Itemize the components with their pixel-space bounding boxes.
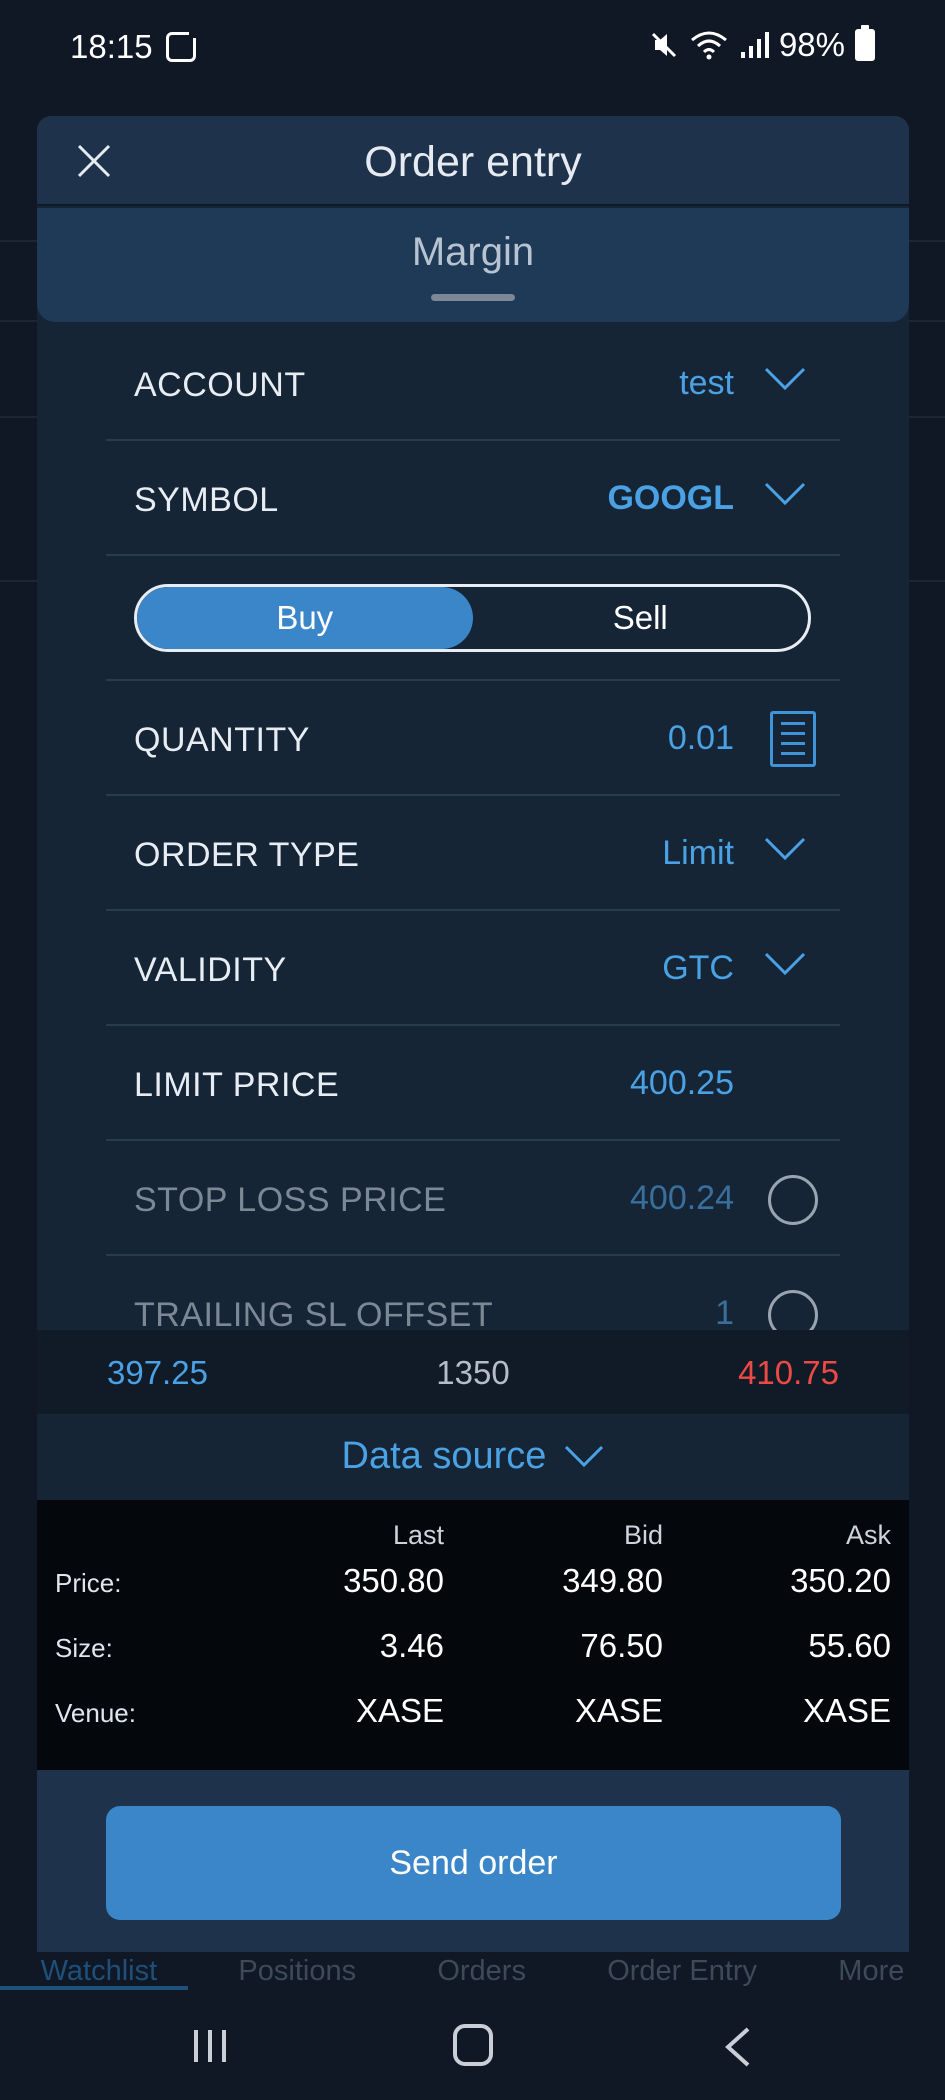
modal-header: Order entry — [37, 116, 909, 206]
data-source-label: Data source — [341, 1434, 547, 1477]
buy-option[interactable]: Buy — [137, 587, 473, 649]
status-time: 18:15 — [70, 28, 153, 65]
table-row: Venue: XASE XASE XASE — [37, 1680, 909, 1745]
wifi-icon — [690, 31, 727, 60]
quote-header-row: Last Bid Ask — [37, 1500, 909, 1550]
validity-row[interactable]: VALIDITY GTC — [106, 911, 840, 1026]
battery-percent: 98% — [778, 26, 845, 63]
quote-cell: 76.50 — [580, 1627, 663, 1664]
nav-orders[interactable]: Orders — [437, 1955, 526, 1988]
symbol-value: GOOGL — [607, 479, 734, 517]
order-entry-modal: Order entry Margin ACCOUNT test SYMBOL G… — [37, 116, 909, 1952]
home-icon[interactable] — [453, 2024, 493, 2066]
stop-loss-value[interactable]: 400.24 — [630, 1179, 734, 1218]
drag-handle[interactable] — [431, 294, 515, 301]
limit-price-value[interactable]: 400.25 — [630, 1064, 734, 1103]
nav-watchlist[interactable]: Watchlist — [41, 1955, 158, 1988]
stop-loss-row[interactable]: STOP LOSS PRICE 400.24 — [106, 1141, 840, 1256]
validity-label: VALIDITY — [134, 951, 287, 989]
limit-price-label: LIMIT PRICE — [134, 1066, 340, 1104]
validity-value: GTC — [662, 949, 734, 987]
system-nav-bar — [0, 2000, 945, 2100]
quote-row-label: Size: — [55, 1633, 113, 1663]
sell-option[interactable]: Sell — [473, 587, 809, 649]
mute-icon — [651, 32, 676, 58]
recent-apps-icon[interactable] — [190, 2026, 230, 2066]
chevron-down-icon — [565, 1445, 604, 1468]
chevron-down-icon[interactable] — [764, 836, 806, 862]
chevron-down-icon[interactable] — [764, 366, 806, 392]
quote-table: Last Bid Ask Price: 350.80 349.80 350.20… — [37, 1500, 909, 1770]
quantity-label: QUANTITY — [134, 721, 310, 759]
nav-positions[interactable]: Positions — [238, 1955, 356, 1988]
quote-cell: XASE — [802, 1692, 891, 1729]
gallery-icon — [166, 28, 199, 62]
order-type-label: ORDER TYPE — [134, 836, 360, 874]
symbol-row[interactable]: SYMBOL GOOGL — [106, 441, 840, 556]
quote-row-label: Venue: — [55, 1698, 136, 1728]
table-row: Size: 3.46 76.50 55.60 — [37, 1615, 909, 1680]
nav-order-entry[interactable]: Order Entry — [607, 1955, 757, 1988]
quote-cell: XASE — [355, 1692, 444, 1729]
chevron-down-icon[interactable] — [764, 951, 806, 977]
stop-loss-radio[interactable] — [768, 1175, 818, 1225]
margin-strip[interactable]: Margin — [37, 208, 909, 322]
price-high: 410.75 — [738, 1354, 839, 1391]
modal-title: Order entry — [364, 138, 582, 186]
order-form: ACCOUNT test SYMBOL GOOGL Buy Sell QUANT… — [106, 326, 840, 1371]
quote-cell: 350.20 — [790, 1562, 891, 1599]
quote-cell: 349.80 — [562, 1562, 663, 1599]
quote-row-label: Price: — [55, 1568, 122, 1598]
nav-more[interactable]: More — [838, 1955, 904, 1988]
side-row: Buy Sell — [106, 556, 840, 681]
quantity-value[interactable]: 0.01 — [668, 719, 734, 758]
quote-header-bid: Bid — [623, 1520, 663, 1550]
stop-loss-label: STOP LOSS PRICE — [134, 1181, 447, 1219]
price-strip: 397.25 1350 410.75 — [37, 1330, 909, 1414]
send-order-button[interactable]: Send order — [106, 1806, 841, 1920]
symbol-label: SYMBOL — [134, 481, 279, 519]
quote-cell: 350.80 — [343, 1562, 444, 1599]
quote-cell: XASE — [574, 1692, 663, 1729]
send-area: Send order — [37, 1770, 909, 1952]
quote-cell: 3.46 — [379, 1627, 444, 1664]
account-row[interactable]: ACCOUNT test — [106, 326, 840, 441]
trailing-sl-value[interactable]: 1 — [715, 1294, 734, 1333]
quote-header-last: Last — [392, 1520, 444, 1550]
nav-active-indicator — [0, 1986, 188, 1990]
table-row: Price: 350.80 349.80 350.20 — [37, 1550, 909, 1615]
quote-header-ask: Ask — [845, 1520, 891, 1550]
quote-cell: 55.60 — [808, 1627, 891, 1664]
signal-icon — [740, 32, 769, 58]
account-label: ACCOUNT — [134, 366, 306, 404]
status-icons: 98% — [649, 25, 875, 64]
back-icon[interactable] — [722, 2026, 752, 2068]
limit-price-row[interactable]: LIMIT PRICE 400.25 — [106, 1026, 840, 1141]
order-type-value: Limit — [662, 834, 734, 872]
battery-icon — [855, 25, 875, 61]
order-type-row[interactable]: ORDER TYPE Limit — [106, 796, 840, 911]
calculator-icon[interactable] — [770, 711, 816, 767]
margin-label: Margin — [411, 230, 535, 274]
account-value: test — [679, 364, 734, 402]
data-source-toggle[interactable]: Data source — [37, 1414, 909, 1498]
quantity-row[interactable]: QUANTITY 0.01 — [106, 681, 840, 796]
status-bar: 18:15 98% — [0, 0, 945, 96]
chevron-down-icon[interactable] — [764, 481, 806, 507]
buy-sell-toggle[interactable]: Buy Sell — [134, 584, 811, 652]
